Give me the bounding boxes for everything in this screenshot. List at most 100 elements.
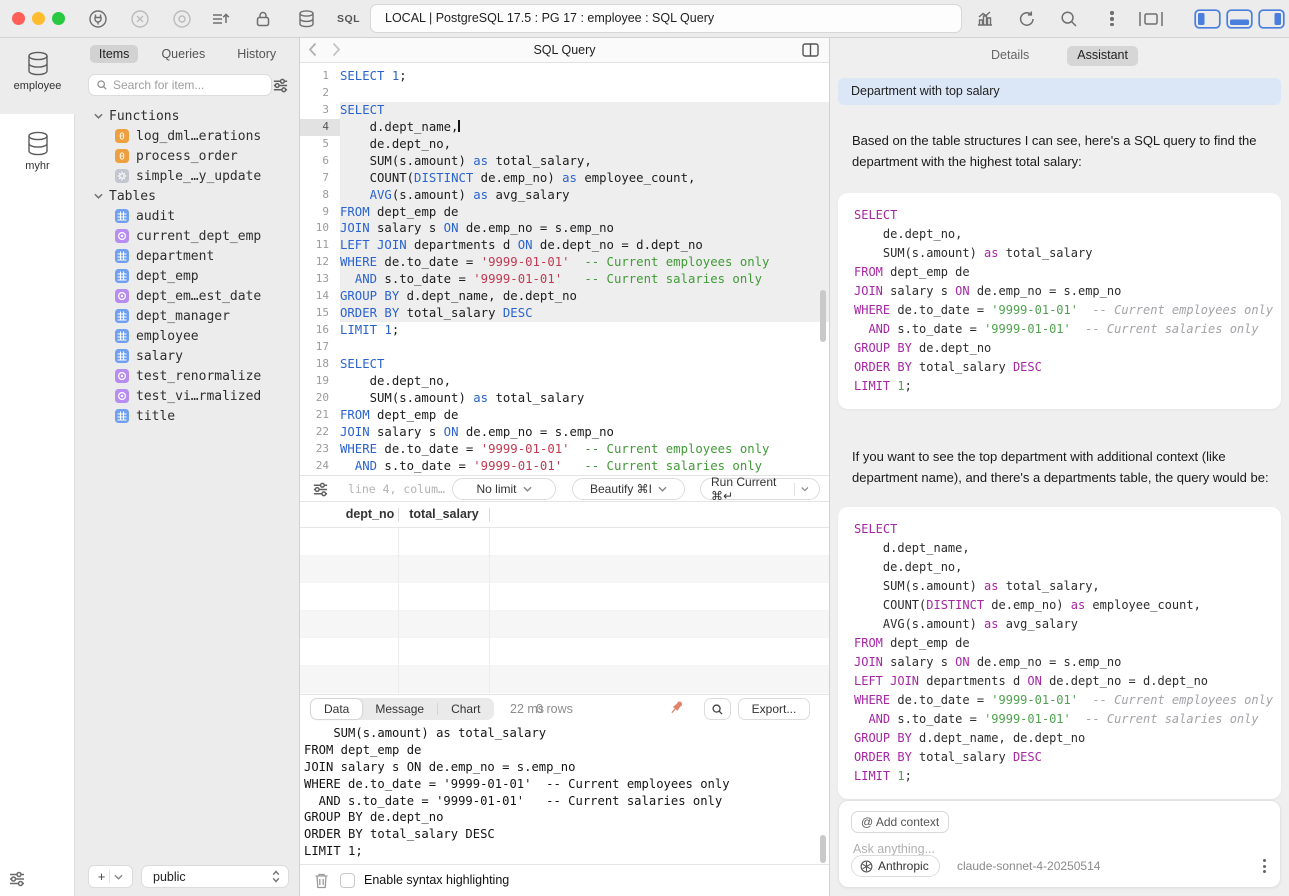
sidebar-item[interactable]: 0process_order (75, 146, 300, 166)
table-icon (115, 329, 129, 343)
beautify-button[interactable]: Beautify ⌘I (572, 478, 685, 500)
sql-editor[interactable]: 1SELECT 1;23SELECT4 d.dept_name,5 de.dep… (300, 63, 829, 475)
results-rows (300, 528, 829, 694)
schema-value: public (153, 870, 186, 884)
filter-icon[interactable] (312, 481, 329, 498)
assistant-code-block-1: SELECT de.dept_no, SUM(s.amount) as tota… (838, 193, 1281, 409)
code-line: LIMIT 1; (854, 767, 1265, 786)
tab-queries[interactable]: Queries (152, 45, 214, 63)
connection-icon[interactable] (88, 9, 108, 29)
editor-scrollbar[interactable] (820, 290, 826, 342)
conversation-title-banner[interactable]: Department with top salary (838, 78, 1281, 105)
split-view-icon[interactable] (802, 43, 819, 57)
sidebar-item[interactable]: audit (75, 206, 300, 226)
sidebar-item[interactable]: test_renormalize (75, 366, 300, 386)
text-cursor (458, 120, 460, 132)
tab-details[interactable]: Details (981, 46, 1039, 66)
window-title: LOCAL | PostgreSQL 17.5 : PG 17 : employ… (370, 4, 962, 33)
tab-chart[interactable]: Chart (438, 699, 493, 719)
sidebar-item[interactable]: employee (75, 326, 300, 346)
plus-icon: + (98, 869, 106, 884)
limit-dropdown[interactable]: No limit (452, 478, 556, 500)
connection-myhr[interactable]: myhr (0, 130, 75, 172)
add-item-button[interactable]: + (88, 865, 133, 888)
refresh-icon[interactable] (1017, 9, 1037, 29)
tab-items[interactable]: Items (90, 45, 139, 63)
message-panel[interactable]: SUM(s.amount) as total_salaryFROM dept_e… (300, 722, 829, 864)
tab-history[interactable]: History (228, 45, 285, 63)
disconnect-icon[interactable] (130, 9, 150, 29)
assistant-message-2: If you want to see the top department wi… (852, 446, 1270, 488)
search-results-button[interactable] (704, 698, 731, 720)
chart-icon[interactable] (975, 9, 995, 29)
backup-icon[interactable] (210, 9, 230, 29)
sidebar-item[interactable]: 0log_dml…erations (75, 126, 300, 146)
sidebar-item[interactable]: title (75, 406, 300, 426)
trash-icon[interactable] (314, 872, 329, 889)
pin-icon[interactable] (668, 699, 685, 716)
sidebar-section-tables[interactable]: Tables (75, 186, 300, 206)
chevron-down-icon (94, 193, 103, 199)
column-header-dept-no[interactable]: dept_no (342, 502, 398, 527)
sidebar-item[interactable]: dept_em…est_date (75, 286, 300, 306)
sidebar-section-functions[interactable]: Functions (75, 106, 300, 126)
view-icon (115, 389, 129, 403)
model-name: claude-sonnet-4-20250514 (957, 859, 1100, 873)
filter-icon[interactable] (272, 77, 289, 94)
tab-message[interactable]: Message (362, 699, 437, 719)
view-icon (115, 289, 129, 303)
toggle-right-panel-button[interactable] (1258, 9, 1285, 29)
editor-line: 6 SUM(s.amount) as total_salary, (300, 153, 829, 170)
assistant-input-placeholder[interactable]: Ask anything... (853, 842, 935, 856)
code-line: FROM dept_emp de (854, 263, 1265, 282)
connection-employee[interactable]: employee (0, 50, 75, 92)
assistant-panel: Details Assistant Department with top sa… (830, 38, 1289, 896)
toggle-left-panel-button[interactable] (1194, 9, 1221, 29)
preview-icon[interactable] (172, 9, 192, 29)
code-line: SUM(s.amount) as total_salary, (854, 577, 1265, 596)
run-current-button[interactable]: Run Current ⌘↵ (700, 478, 820, 500)
minimize-window-button[interactable] (32, 12, 45, 25)
table-icon (115, 249, 129, 263)
sidebar-search-input[interactable]: Search for item... (88, 74, 272, 96)
more-options-icon[interactable] (1106, 9, 1118, 29)
schema-select[interactable]: public (141, 865, 289, 888)
editor-tab-title: SQL Query (300, 38, 829, 62)
message-line: ORDER BY total_salary DESC (304, 826, 829, 843)
app-window: SQL LOCAL | PostgreSQL 17.5 : PG 17 : em… (0, 0, 1289, 896)
close-window-button[interactable] (12, 12, 25, 25)
provider-select[interactable]: Anthropic (851, 855, 940, 877)
sidebar-item[interactable]: department (75, 246, 300, 266)
updown-icon (272, 870, 280, 883)
code-line: ORDER BY total_salary DESC (854, 748, 1265, 767)
assistant-tabs: Details Assistant (830, 46, 1289, 66)
composer-menu-icon[interactable] (1263, 857, 1266, 875)
search-icon[interactable] (1059, 9, 1079, 29)
column-header-total-salary[interactable]: total_salary (399, 502, 489, 527)
zoom-window-button[interactable] (52, 12, 65, 25)
sidebar-item[interactable]: dept_manager (75, 306, 300, 326)
sidebar-item[interactable]: salary (75, 346, 300, 366)
tab-data[interactable]: Data (311, 699, 362, 719)
database-icon[interactable] (297, 9, 316, 29)
tab-assistant[interactable]: Assistant (1067, 46, 1138, 66)
sidebar-item[interactable]: test_vi…rmalized (75, 386, 300, 406)
filter-icon[interactable] (8, 870, 26, 888)
sidebar-item[interactable]: dept_emp (75, 266, 300, 286)
view-icon (115, 229, 129, 243)
editor-line: 12WHERE de.to_date = '9999-01-01' -- Cur… (300, 254, 829, 271)
message-scrollbar[interactable] (820, 835, 826, 863)
procedure-icon (115, 169, 129, 183)
sidebar-item[interactable]: current_dept_emp (75, 226, 300, 246)
toggle-bottom-panel-button[interactable] (1226, 9, 1253, 29)
lock-icon[interactable] (254, 9, 272, 29)
editor-line: 3SELECT (300, 102, 829, 119)
window-layout-icon[interactable] (1138, 9, 1164, 29)
message-line: WHERE de.to_date = '9999-01-01' -- Curre… (304, 776, 829, 793)
sidebar-footer: + public (75, 865, 300, 889)
syntax-highlight-checkbox[interactable] (340, 873, 355, 888)
table-icon (115, 209, 129, 223)
sidebar-item[interactable]: simple_…y_update (75, 166, 300, 186)
export-button[interactable]: Export... (738, 698, 810, 720)
add-context-button[interactable]: @ Add context (851, 811, 949, 833)
